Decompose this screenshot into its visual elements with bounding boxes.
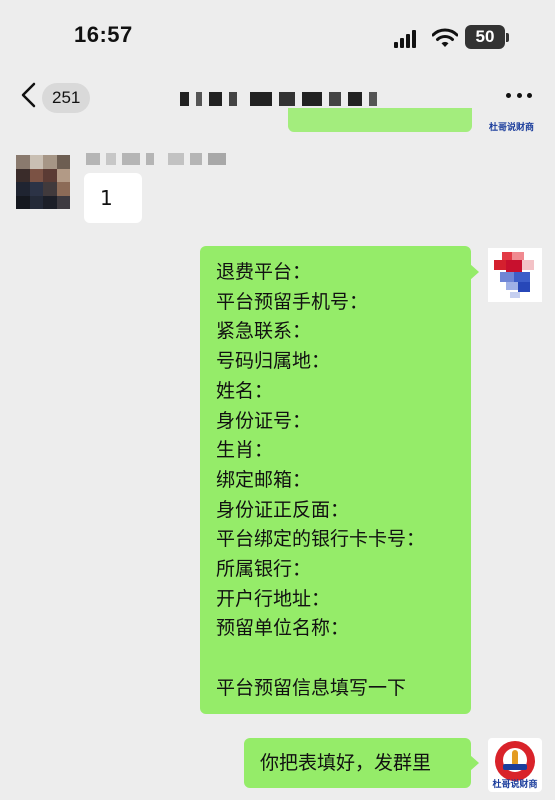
cellular-signal-icon	[394, 30, 418, 48]
chat-title-redacted	[180, 90, 390, 108]
form-line-instruction: 平台预留信息填写一下	[216, 676, 407, 699]
form-line-email: 绑定邮箱：	[216, 468, 312, 491]
form-line-number-location: 号码归属地：	[216, 350, 331, 373]
back-chevron-icon[interactable]	[18, 82, 40, 108]
bubble-tail	[470, 755, 479, 771]
form-line-id-number: 身份证号：	[216, 409, 312, 432]
battery-indicator: 50	[465, 25, 505, 49]
bubble-tail	[470, 264, 479, 280]
sender-avatar[interactable]	[16, 155, 70, 209]
sender-name-redacted	[86, 153, 226, 165]
status-time: 16:57	[74, 22, 133, 47]
more-options-icon[interactable]	[506, 93, 532, 101]
incoming-message-bubble[interactable]: 1	[84, 173, 142, 223]
wifi-icon	[432, 28, 458, 47]
logo-base	[503, 764, 527, 770]
outgoing-message-text: 你把表填好，发群里	[260, 752, 432, 774]
form-blank-line	[216, 644, 471, 674]
previous-message-bubble	[288, 108, 472, 132]
watermark-logo: 杜哥说财商	[488, 738, 542, 792]
self-avatar-pixelated[interactable]	[488, 248, 542, 302]
outgoing-form-message[interactable]: 退费平台： 平台预留手机号： 紧急联系： 号码归属地： 姓名： 身份证号： 生肖…	[200, 246, 479, 714]
watermark-label: 杜哥说财商	[492, 780, 538, 790]
form-line-phone: 平台预留手机号：	[216, 290, 369, 313]
form-line-name: 姓名：	[216, 379, 274, 402]
form-line-bank-card: 平台绑定的银行卡卡号：	[216, 528, 426, 551]
form-line-bank: 所属银行：	[216, 558, 312, 581]
form-line-id-photos: 身份证正反面：	[216, 498, 350, 521]
status-bar: 16:57 50	[0, 0, 555, 70]
form-line-refund-platform: 退费平台：	[216, 261, 312, 283]
form-line-zodiac: 生肖：	[216, 439, 274, 462]
battery-tip	[506, 33, 509, 42]
form-line-emergency-contact: 紧急联系：	[216, 320, 312, 343]
outgoing-message-bubble[interactable]: 你把表填好，发群里	[244, 738, 479, 788]
form-line-employer: 预留单位名称：	[216, 617, 350, 640]
watermark-label-top: 杜哥说财商	[489, 123, 535, 133]
unread-count-badge[interactable]: 251	[42, 83, 91, 113]
form-line-bank-address: 开户行地址：	[216, 587, 331, 610]
